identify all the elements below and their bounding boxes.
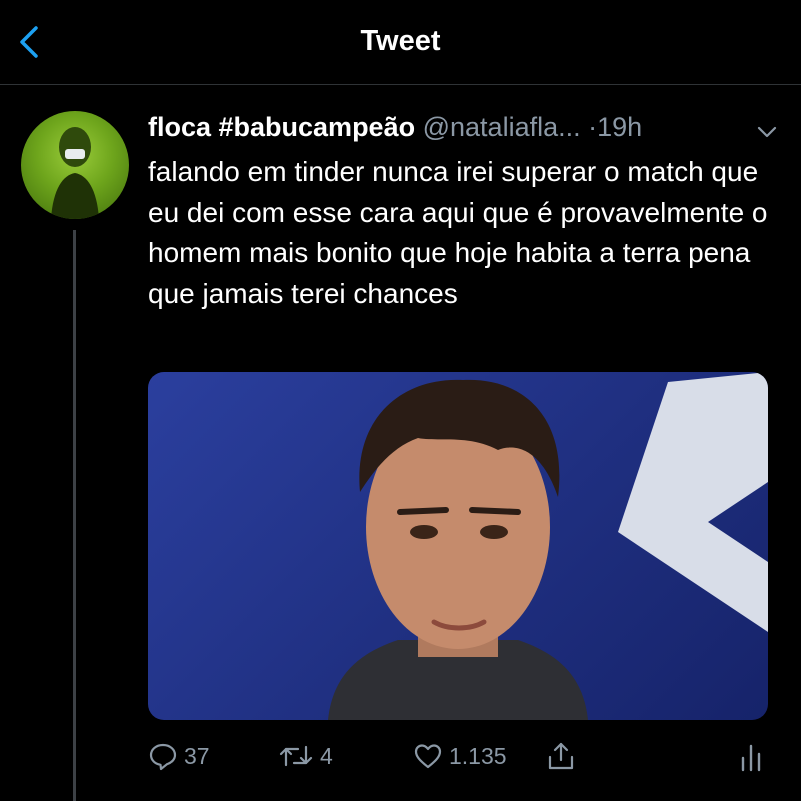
separator: · (588, 112, 598, 142)
more-options-button[interactable] (756, 118, 778, 138)
avatar[interactable] (21, 111, 129, 219)
user-handle[interactable]: @nataliafla... (423, 112, 581, 142)
analytics-button[interactable] (738, 738, 764, 774)
tweet-header: floca #babucampeão @nataliafla... ·19h (148, 112, 778, 146)
avatar-image (51, 127, 99, 219)
chevron-down-icon (757, 126, 777, 138)
page-title: Tweet (360, 25, 441, 57)
tweet-time[interactable]: 19h (597, 112, 642, 142)
photo-image (328, 372, 768, 720)
retweet-count: 4 (320, 742, 333, 769)
share-button[interactable] (545, 738, 577, 774)
analytics-icon (741, 744, 761, 772)
reply-button[interactable]: 37 (148, 738, 210, 774)
retweet-button[interactable]: 4 (278, 738, 333, 774)
reply-count: 37 (184, 742, 210, 769)
display-name[interactable]: floca #babucampeão (148, 112, 415, 142)
tweet-text: falando em tinder nunca irei superar o m… (148, 156, 768, 309)
like-icon (414, 744, 442, 769)
share-icon (548, 742, 574, 770)
header-bar: Tweet (0, 0, 801, 85)
thread-line (73, 230, 76, 801)
like-button[interactable]: 1.135 (413, 738, 507, 774)
retweet-icon (279, 745, 313, 767)
reply-icon (149, 743, 177, 771)
tweet-photo[interactable] (148, 372, 768, 720)
like-count: 1.135 (449, 742, 507, 769)
